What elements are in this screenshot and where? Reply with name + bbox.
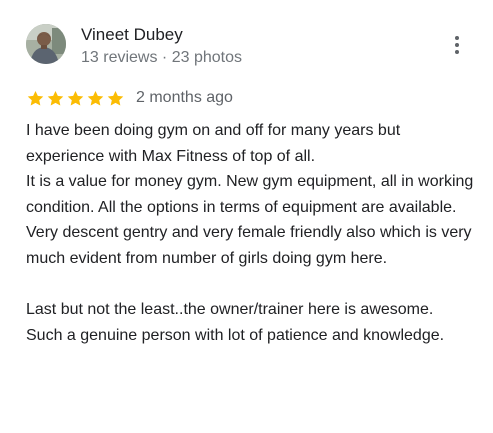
more-vert-icon bbox=[455, 36, 459, 40]
avatar-photo-icon bbox=[26, 24, 66, 64]
review-text: I have been doing gym on and off for man… bbox=[26, 122, 474, 344]
rating-row: 2 months ago bbox=[26, 86, 233, 110]
reviewer-avatar[interactable] bbox=[26, 24, 66, 64]
more-options-button[interactable] bbox=[446, 34, 468, 56]
reviewer-stats: 13 reviews · 23 photos bbox=[81, 49, 242, 66]
more-vert-icon-dot bbox=[455, 50, 459, 54]
star-icon bbox=[107, 90, 124, 106]
star-icon bbox=[27, 90, 44, 106]
review-date: 2 months ago bbox=[136, 89, 233, 106]
star-rating bbox=[26, 89, 125, 108]
reviewer-name[interactable]: Vineet Dubey bbox=[81, 24, 183, 46]
star-icon bbox=[47, 90, 64, 106]
star-icon bbox=[87, 90, 104, 106]
star-icon bbox=[67, 90, 84, 106]
review-card: Vineet Dubey 13 reviews · 23 photos 2 mo… bbox=[0, 0, 493, 433]
more-vert-icon-dot bbox=[455, 43, 459, 47]
